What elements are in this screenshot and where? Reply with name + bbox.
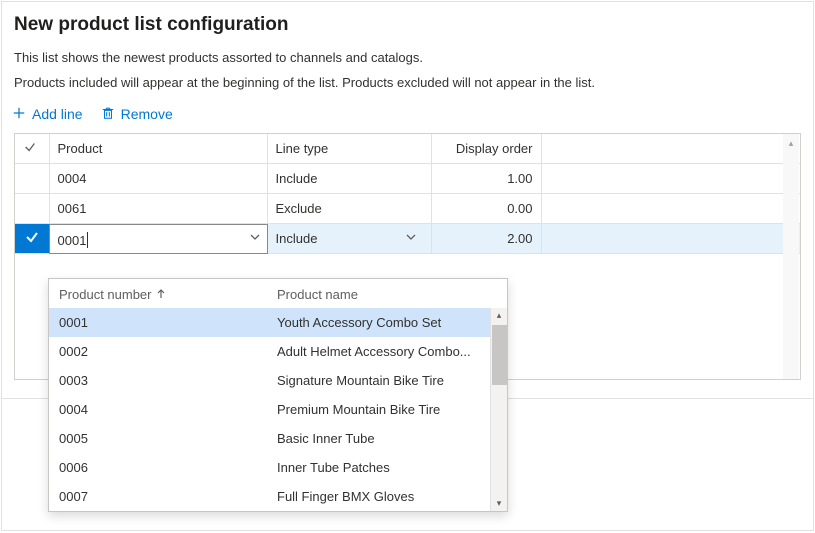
lookup-list[interactable]: 0001 Youth Accessory Combo Set 0002 Adul… bbox=[49, 308, 507, 511]
lookup-col-number-label: Product number bbox=[59, 287, 152, 302]
lookup-col-name-header[interactable]: Product name bbox=[277, 287, 497, 302]
cell-empty bbox=[541, 194, 800, 224]
lookup-option-num: 0005 bbox=[59, 431, 277, 446]
cell-product[interactable]: 0004 bbox=[49, 164, 267, 194]
text-cursor bbox=[87, 232, 88, 248]
lookup-option-name: Full Finger BMX Gloves bbox=[277, 489, 497, 504]
remove-label: Remove bbox=[121, 106, 173, 122]
plus-icon bbox=[12, 106, 26, 123]
description-line-1: This list shows the newest products asso… bbox=[14, 48, 801, 69]
scroll-up-icon[interactable]: ▴ bbox=[789, 134, 794, 153]
product-lookup-dropdown[interactable]: Product number Product name 0001 Youth A… bbox=[48, 278, 508, 512]
cell-empty bbox=[541, 164, 800, 194]
cell-linetype-dropdown[interactable]: Include bbox=[267, 224, 431, 254]
cell-linetype[interactable]: Exclude bbox=[267, 194, 431, 224]
lookup-option[interactable]: 0007 Full Finger BMX Gloves bbox=[49, 482, 507, 511]
lookup-col-name-label: Product name bbox=[277, 287, 358, 302]
scroll-thumb[interactable] bbox=[492, 325, 507, 385]
scroll-down-icon[interactable]: ▾ bbox=[497, 496, 502, 511]
grid-scrollbar[interactable]: ▴ bbox=[783, 134, 799, 379]
lookup-option-num: 0001 bbox=[59, 315, 277, 330]
lookup-option[interactable]: 0003 Signature Mountain Bike Tire bbox=[49, 366, 507, 395]
add-line-label: Add line bbox=[32, 106, 83, 122]
cell-product-editing[interactable]: 0001 bbox=[49, 224, 267, 254]
description-line-2: Products included will appear at the beg… bbox=[14, 73, 801, 94]
col-header-rest bbox=[541, 134, 800, 164]
cell-product[interactable]: 0061 bbox=[49, 194, 267, 224]
table-row[interactable]: 0004 Include 1.00 bbox=[15, 164, 800, 194]
table-row-active[interactable]: 0001 Include bbox=[15, 224, 800, 254]
lookup-option[interactable]: 0004 Premium Mountain Bike Tire bbox=[49, 395, 507, 424]
cell-empty bbox=[541, 224, 800, 254]
col-header-disporder[interactable]: Display order bbox=[431, 134, 541, 164]
select-all-header[interactable] bbox=[15, 134, 49, 164]
col-header-linetype[interactable]: Line type bbox=[267, 134, 431, 164]
lookup-option-name: Adult Helmet Accessory Combo... bbox=[277, 344, 497, 359]
cell-linetype[interactable]: Include bbox=[267, 164, 431, 194]
row-select[interactable] bbox=[15, 164, 49, 194]
lookup-col-number-header[interactable]: Product number bbox=[59, 287, 277, 302]
grid-header-row: Product Line type Display order bbox=[15, 134, 800, 164]
col-header-product[interactable]: Product bbox=[49, 134, 267, 164]
lookup-option-num: 0004 bbox=[59, 402, 277, 417]
lookup-option-name: Signature Mountain Bike Tire bbox=[277, 373, 497, 388]
remove-button[interactable]: Remove bbox=[101, 106, 173, 123]
config-panel: New product list configuration This list… bbox=[1, 1, 814, 531]
lookup-option-name: Premium Mountain Bike Tire bbox=[277, 402, 497, 417]
lookup-option[interactable]: 0006 Inner Tube Patches bbox=[49, 453, 507, 482]
lookup-option[interactable]: 0002 Adult Helmet Accessory Combo... bbox=[49, 337, 507, 366]
row-select-checked[interactable] bbox=[15, 224, 49, 254]
lookup-option-name: Youth Accessory Combo Set bbox=[277, 315, 497, 330]
chevron-down-icon[interactable] bbox=[249, 231, 261, 246]
product-lookup-input[interactable]: 0001 bbox=[49, 224, 268, 254]
trash-icon bbox=[101, 106, 115, 123]
lookup-option[interactable]: 0001 Youth Accessory Combo Set bbox=[49, 308, 507, 337]
add-line-button[interactable]: Add line bbox=[12, 106, 83, 123]
lookup-scrollbar[interactable]: ▴ ▾ bbox=[490, 308, 507, 511]
lookup-option[interactable]: 0005 Basic Inner Tube bbox=[49, 424, 507, 453]
cell-disporder[interactable]: 1.00 bbox=[431, 164, 541, 194]
lookup-option-name: Inner Tube Patches bbox=[277, 460, 497, 475]
lookup-option-name: Basic Inner Tube bbox=[277, 431, 497, 446]
header: New product list configuration This list… bbox=[2, 2, 813, 94]
toolbar: Add line Remove bbox=[2, 98, 813, 133]
lookup-option-num: 0007 bbox=[59, 489, 277, 504]
lookup-option-num: 0002 bbox=[59, 344, 277, 359]
lookup-option-num: 0006 bbox=[59, 460, 277, 475]
sort-asc-icon bbox=[156, 287, 166, 302]
cell-disporder[interactable]: 2.00 bbox=[431, 224, 541, 254]
product-input-value: 0001 bbox=[58, 233, 87, 248]
lookup-option-num: 0003 bbox=[59, 373, 277, 388]
scroll-up-icon[interactable]: ▴ bbox=[497, 308, 502, 323]
page-title: New product list configuration bbox=[14, 14, 801, 36]
linetype-value: Include bbox=[276, 231, 318, 246]
cell-disporder[interactable]: 0.00 bbox=[431, 194, 541, 224]
chevron-down-icon[interactable] bbox=[405, 231, 417, 246]
lookup-header: Product number Product name bbox=[49, 279, 507, 308]
product-grid: Product Line type Display order 0004 Inc… bbox=[15, 134, 800, 255]
table-row[interactable]: 0061 Exclude 0.00 bbox=[15, 194, 800, 224]
row-select[interactable] bbox=[15, 194, 49, 224]
